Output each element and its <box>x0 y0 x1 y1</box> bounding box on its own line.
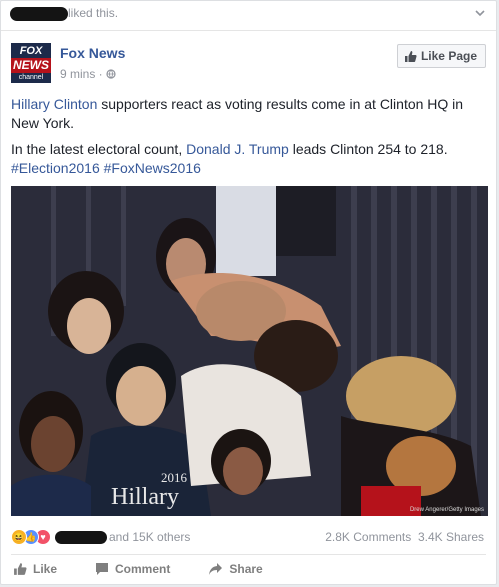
shirt-year: 2016 <box>161 470 188 485</box>
mention-hillary-clinton[interactable]: Hillary Clinton <box>11 96 97 112</box>
hashtag-foxnews2016[interactable]: #FoxNews2016 <box>104 160 201 176</box>
chevron-down-icon[interactable] <box>474 7 486 19</box>
post-text-2: In the latest electoral count, Donald J.… <box>11 140 486 178</box>
like-page-button[interactable]: Like Page <box>396 44 486 68</box>
logo-news: NEWS <box>11 58 51 73</box>
shirt-text: Hillary <box>111 484 179 510</box>
header-divider <box>1 30 496 31</box>
globe-icon <box>106 69 116 79</box>
post-actions: Like Comment Share <box>13 562 301 576</box>
shares-count[interactable]: 3.4K Shares <box>418 530 484 544</box>
post-photo[interactable]: Hillary 2016 Drew Angerer/Getty Images <box>11 186 488 516</box>
mention-donald-trump[interactable]: Donald J. Trump <box>186 141 289 157</box>
reactions-others: and 15K others <box>109 530 191 544</box>
page-avatar[interactable]: FOX NEWS channel <box>11 43 51 83</box>
post-text-2-start: In the latest electoral count, <box>11 141 187 157</box>
comment-button[interactable]: Comment <box>95 562 170 576</box>
post-time[interactable]: 9 mins <box>60 67 95 81</box>
actions-divider <box>11 554 486 555</box>
like-button[interactable]: Like <box>13 562 57 576</box>
page-name[interactable]: Fox News <box>60 45 125 61</box>
comment-icon <box>96 563 109 575</box>
logo-fox: FOX <box>19 45 43 57</box>
redacted-name <box>10 6 68 21</box>
share-label: Share <box>229 562 263 576</box>
activity-line: liked this. <box>10 6 118 24</box>
haha-reaction-icon: 😆 <box>11 529 27 545</box>
photo-illustration: Hillary 2016 <box>11 186 488 516</box>
like-page-label: Like Page <box>420 49 477 63</box>
post-text-2-rest: leads Clinton 254 to 218. <box>288 141 448 157</box>
comment-label: Comment <box>115 562 171 576</box>
like-label: Like <box>33 562 58 576</box>
activity-suffix: liked this. <box>68 6 119 20</box>
photo-credit: Drew Angerer/Getty Images <box>409 507 484 513</box>
post-text-1: Hillary Clinton supporters react as voti… <box>11 95 486 133</box>
logo-channel: channel <box>18 74 44 81</box>
comments-count[interactable]: 2.8K Comments <box>325 530 411 544</box>
redacted-reactor-name <box>55 530 107 544</box>
hashtag-election2016[interactable]: #Election2016 <box>11 160 100 176</box>
thumbs-up-icon <box>404 50 417 62</box>
post-meta: 9 mins · <box>60 67 116 81</box>
post-card: liked this. FOX NEWS channel Fox News 9 … <box>0 0 497 585</box>
reactions-summary[interactable]: 😆 👍 ♥ and 15K others <box>11 528 190 546</box>
share-arrow-icon <box>209 563 223 575</box>
post-stats: 2.8K Comments 3.4K Shares <box>325 530 484 544</box>
share-button[interactable]: Share <box>208 562 263 576</box>
thumbs-up-icon <box>14 563 27 575</box>
